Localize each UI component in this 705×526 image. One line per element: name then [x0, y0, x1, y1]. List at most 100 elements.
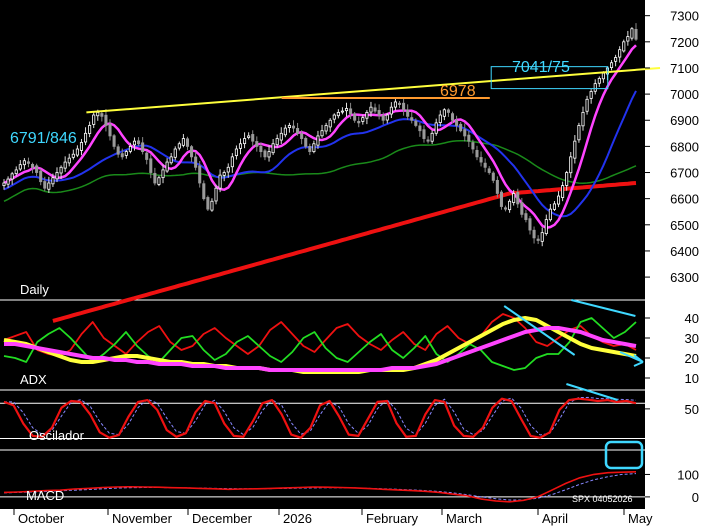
candle-body	[455, 120, 459, 126]
macd-panel	[0, 440, 645, 503]
osc-tick-label: 50	[685, 402, 699, 417]
candle-body	[438, 114, 442, 123]
candle-body	[22, 160, 26, 166]
annotation-6978: 6978	[440, 83, 476, 100]
candle-body	[100, 113, 104, 117]
candle-body	[577, 125, 581, 141]
candle-body	[63, 161, 67, 169]
candle-body	[279, 132, 283, 141]
price-tick-label: 7100	[670, 61, 699, 76]
candle-body	[618, 49, 622, 58]
price-tick-label: 7200	[670, 35, 699, 50]
candle-body	[508, 200, 512, 211]
candle-body	[565, 172, 569, 186]
candle-body	[491, 172, 495, 181]
candle-body	[267, 151, 271, 158]
candle-body	[137, 140, 141, 145]
candle-body	[393, 101, 397, 108]
candle-body	[47, 182, 51, 190]
candle-body	[84, 132, 88, 143]
candle-body	[385, 114, 389, 121]
candle-body	[377, 110, 381, 116]
candle-body	[59, 166, 63, 174]
candle-body	[271, 143, 275, 154]
candle-body	[336, 112, 340, 117]
candle-body	[434, 122, 438, 134]
price-tick-label: 6400	[670, 244, 699, 259]
candle-body	[548, 208, 552, 221]
macd-highlight-box	[604, 440, 644, 470]
month-label: May	[628, 511, 653, 526]
candle-body	[75, 148, 79, 156]
month-label: October	[18, 511, 65, 526]
candle-body	[357, 120, 361, 124]
yellow-trendline	[86, 66, 661, 114]
candle-body	[422, 129, 426, 139]
candle-body	[222, 172, 226, 176]
price-tick-label: 6300	[670, 270, 699, 285]
candle-body	[450, 113, 455, 121]
candle-body	[104, 114, 108, 126]
candle-body	[459, 123, 463, 132]
candle-body	[275, 138, 279, 146]
price-panel-label: Daily	[20, 282, 49, 297]
candle-body	[373, 107, 377, 112]
candle-body	[544, 219, 548, 234]
candle-body	[132, 140, 137, 146]
annotation-6791-846: 6791/846	[10, 130, 77, 147]
candle-body	[402, 102, 406, 111]
candle-body	[67, 157, 71, 164]
macd-tick-label: 0	[692, 490, 699, 505]
adx-tick-label: 20	[685, 351, 699, 366]
adx-series-3	[4, 326, 637, 372]
candle-body	[112, 135, 116, 147]
candle-body	[169, 156, 173, 164]
candle-body	[226, 166, 230, 173]
oscillator-panel-label: Oscilador	[29, 428, 85, 443]
chart-canvas: 6300 6400 6500 6600 6700 6800 6900 7000 7100 7200…	[0, 0, 705, 526]
annotation-7041-75: 7041/75	[512, 59, 570, 76]
candle-body	[389, 106, 393, 115]
candle-body	[479, 157, 483, 163]
candle-body	[499, 191, 503, 207]
candle-body	[218, 174, 222, 189]
candle-body	[552, 203, 556, 210]
month-label: November	[112, 511, 173, 526]
candle-body	[446, 109, 450, 113]
candle-body	[259, 145, 263, 153]
candle-body	[263, 150, 267, 158]
candle-body	[202, 183, 206, 200]
candle-body	[344, 108, 349, 112]
candle-body	[308, 146, 312, 153]
candle-body	[365, 112, 369, 119]
candle-body	[540, 232, 544, 242]
candle-body	[487, 168, 491, 173]
candle-body	[71, 153, 75, 158]
candle-body	[161, 169, 165, 179]
candle-body	[557, 195, 561, 205]
candle-body	[300, 133, 304, 139]
month-label: December	[192, 511, 253, 526]
candle-body	[340, 110, 344, 113]
candle-body	[92, 114, 96, 125]
candle-body	[10, 173, 14, 180]
candle-body	[96, 112, 100, 117]
candle-body	[287, 125, 291, 128]
candle-body	[569, 156, 573, 174]
candle-body	[524, 213, 528, 220]
candle-body	[328, 119, 332, 128]
candle-body	[43, 181, 47, 189]
candle-body	[495, 179, 499, 194]
candle-body	[124, 151, 128, 156]
adx-series-0	[3, 313, 637, 357]
candle-body	[88, 125, 92, 134]
candle-body	[573, 140, 577, 159]
candle-body	[181, 138, 185, 146]
candle-body	[601, 72, 605, 80]
candle-body	[55, 172, 59, 180]
candle-body	[116, 146, 120, 155]
adx-tick-label: 10	[685, 371, 699, 386]
candle-body	[610, 62, 614, 68]
candle-body	[418, 125, 422, 132]
candle-body	[512, 193, 516, 203]
